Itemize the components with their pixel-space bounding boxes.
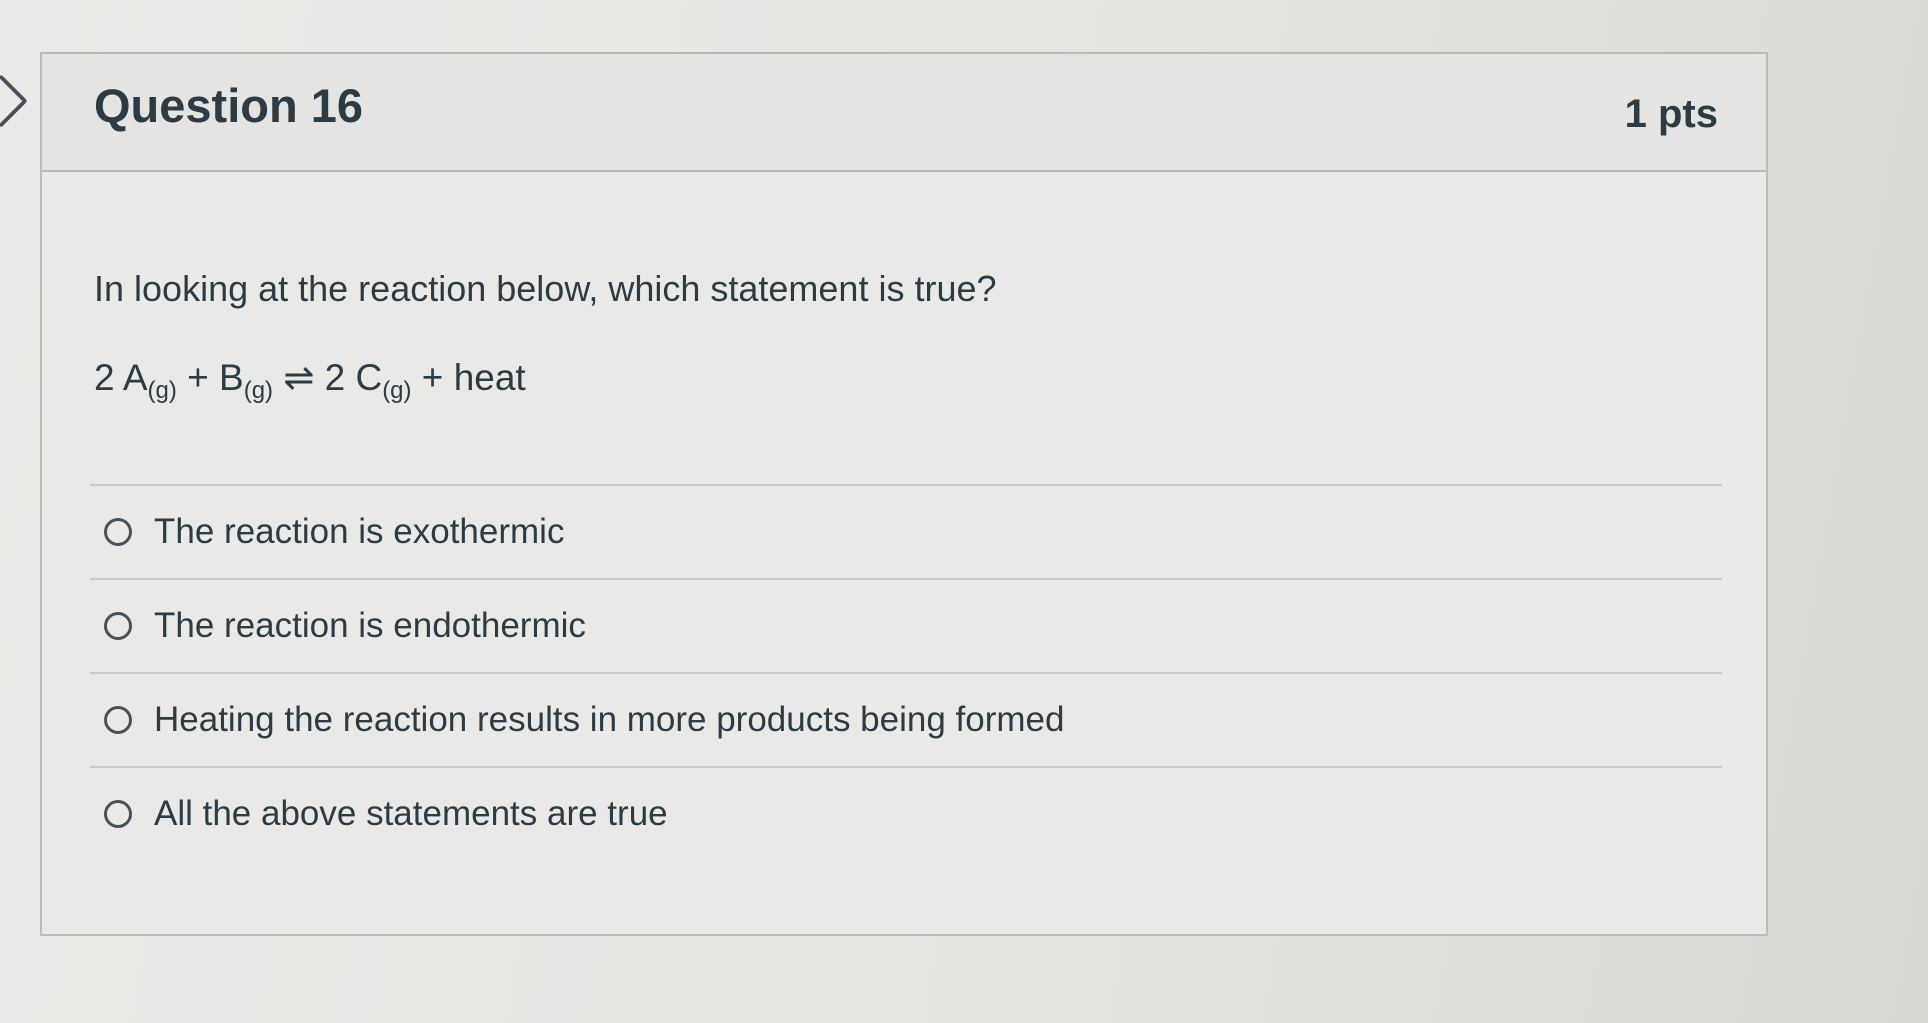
question-text: In looking at the reaction below, which … (94, 268, 997, 309)
answer-list: The reaction is exothermic The reaction … (90, 484, 1722, 860)
reaction-equation: 2 A(g) + B(g) ⇌ 2 C(g) + heat (94, 356, 526, 405)
question-title: Question 16 (94, 79, 364, 132)
question-points: 1 pts (1624, 92, 1718, 136)
radio-circle-icon[interactable] (104, 612, 132, 640)
answer-label: All the above statements are true (154, 794, 668, 833)
eq-state-a: (g) (147, 377, 177, 404)
question-card: Question 16 1 pts In looking at the reac… (40, 52, 1768, 936)
eq-state-b: (g) (243, 377, 274, 404)
eq-state-c: (g) (382, 377, 412, 404)
answer-label: The reaction is endothermic (154, 606, 586, 645)
answer-option[interactable]: The reaction is exothermic (90, 484, 1722, 578)
eq-term-b: + B (176, 357, 244, 398)
question-header: Question 16 1 pts (42, 54, 1766, 172)
answer-option[interactable]: All the above statements are true (90, 766, 1722, 860)
answer-option[interactable]: The reaction is endothermic (90, 578, 1722, 672)
answer-option[interactable]: Heating the reaction results in more pro… (90, 672, 1722, 766)
flag-question-icon[interactable] (0, 74, 28, 128)
eq-arrow-c: ⇌ 2 C (273, 357, 383, 398)
eq-term-a: 2 A (94, 357, 148, 398)
radio-circle-icon[interactable] (104, 518, 132, 546)
quiz-page: Question 16 1 pts In looking at the reac… (0, 0, 1928, 1023)
radio-circle-icon[interactable] (104, 800, 132, 828)
radio-circle-icon[interactable] (104, 706, 132, 734)
answer-label: The reaction is exothermic (154, 512, 565, 551)
eq-tail: + heat (411, 357, 526, 398)
answer-label: Heating the reaction results in more pro… (154, 700, 1065, 739)
